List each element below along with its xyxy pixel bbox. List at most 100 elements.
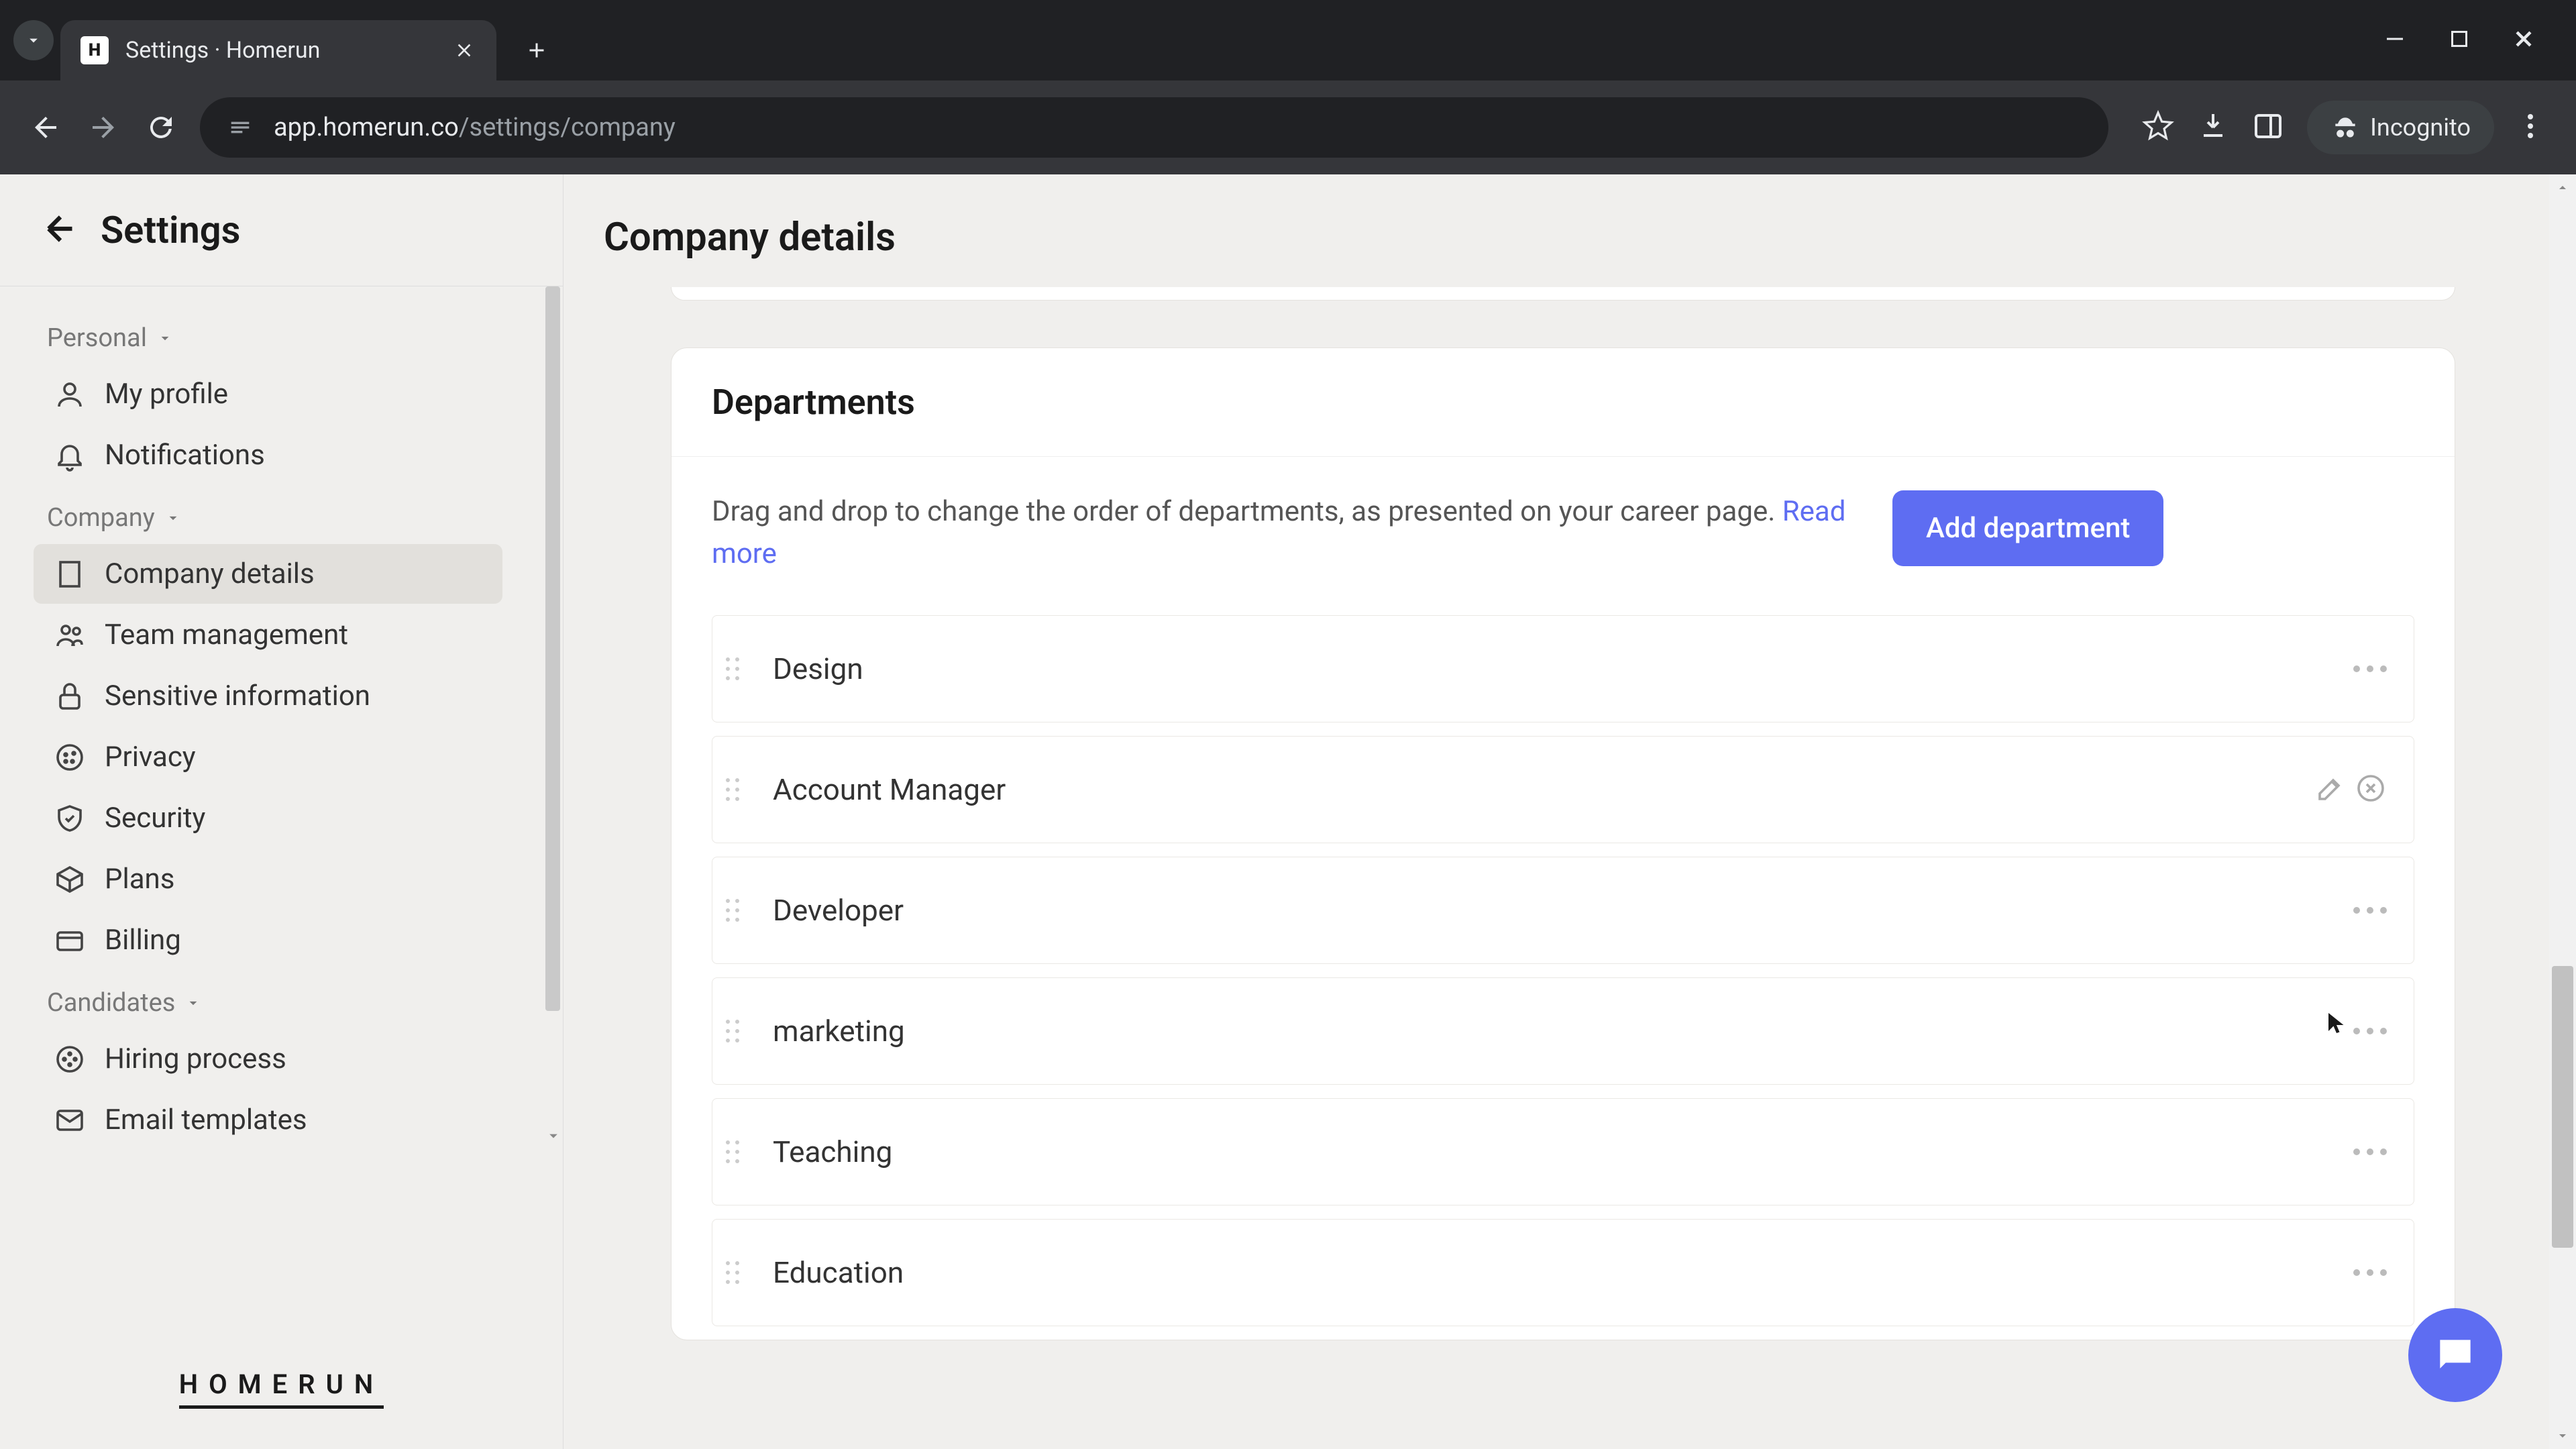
drag-handle-icon[interactable] [726, 657, 746, 680]
department-list: Design Account Manager Developer [672, 608, 2455, 1326]
sidebar-item-hiring-process[interactable]: Hiring process [34, 1029, 502, 1089]
drag-handle-icon[interactable] [726, 1261, 746, 1284]
row-more-button[interactable] [2353, 1269, 2387, 1276]
sidebar-item-company-details[interactable]: Company details [34, 544, 502, 604]
workflow-icon [54, 1043, 86, 1075]
sidebar-item-notifications[interactable]: Notifications [34, 425, 502, 485]
main-header: Company details [604, 174, 2576, 287]
chat-icon [2432, 1332, 2478, 1378]
browser-titlebar: H Settings · Homerun [0, 0, 2576, 80]
department-row[interactable]: Account Manager [712, 736, 2414, 843]
side-panel-button[interactable] [2252, 110, 2287, 145]
sidebar-footer: HOMERUN [0, 1342, 563, 1449]
delete-button[interactable] [2355, 772, 2387, 807]
sidebar-item-team-management[interactable]: Team management [34, 605, 502, 665]
window-minimize-button[interactable] [2383, 27, 2407, 54]
nav-label: Billing [105, 924, 181, 957]
sidebar-scrollbar[interactable] [543, 286, 563, 1151]
nav-back-button[interactable] [27, 109, 64, 146]
department-name: Account Manager [773, 772, 2314, 807]
page-scrollbar-thumb[interactable] [2552, 966, 2573, 1248]
sidebar-item-billing[interactable]: Billing [34, 910, 502, 970]
sidebar-item-email-templates[interactable]: Email templates [34, 1090, 502, 1150]
nav-label: Security [105, 802, 205, 835]
add-department-button[interactable]: Add department [1892, 490, 2163, 566]
sidebar-item-plans[interactable]: Plans [34, 849, 502, 909]
drag-handle-icon[interactable] [726, 899, 746, 922]
drag-handle-icon[interactable] [726, 1140, 746, 1163]
user-icon [54, 378, 86, 411]
site-info-icon[interactable] [227, 114, 254, 141]
intercom-chat-button[interactable] [2408, 1308, 2502, 1402]
nav-label: Plans [105, 863, 174, 896]
sidebar-scroll-down-icon[interactable] [544, 1126, 563, 1148]
drag-handle-icon[interactable] [726, 1020, 746, 1042]
department-name: Education [773, 1255, 2353, 1290]
group-company[interactable]: Company [47, 486, 536, 543]
nav-label: My profile [105, 378, 228, 411]
back-button[interactable] [40, 209, 80, 252]
department-row[interactable]: marketing [712, 977, 2414, 1085]
nav-label: Hiring process [105, 1042, 286, 1075]
department-name: Design [773, 651, 2353, 686]
department-name: marketing [773, 1014, 2353, 1049]
row-more-button[interactable] [2353, 665, 2387, 672]
row-more-button[interactable] [2353, 1028, 2387, 1034]
incognito-icon [2330, 113, 2360, 142]
scroll-up-icon[interactable] [2549, 174, 2576, 201]
users-icon [54, 619, 86, 651]
group-candidates[interactable]: Candidates [47, 971, 536, 1028]
browser-menu-button[interactable] [2514, 110, 2549, 145]
edit-button[interactable] [2314, 772, 2347, 807]
downloads-button[interactable] [2197, 110, 2232, 145]
cookie-icon [54, 741, 86, 773]
main-content: Company details Departments Drag and dro… [564, 174, 2576, 1449]
nav-reload-button[interactable] [142, 109, 180, 146]
sidebar-title: Settings [101, 208, 240, 252]
sidebar-item-privacy[interactable]: Privacy [34, 727, 502, 787]
sidebar-scrollbar-thumb[interactable] [545, 286, 560, 1011]
nav-label: Sensitive information [105, 680, 370, 712]
nav-forward-button[interactable] [85, 109, 122, 146]
card-title: Departments [712, 382, 2414, 423]
credit-card-icon [54, 924, 86, 957]
sidebar-item-sensitive-information[interactable]: Sensitive information [34, 666, 502, 726]
url-text: app.homerun.co/settings/company [274, 113, 676, 142]
browser-tab[interactable]: H Settings · Homerun [60, 20, 496, 80]
bookmark-button[interactable] [2142, 110, 2177, 145]
row-more-button[interactable] [2353, 907, 2387, 914]
tab-close-button[interactable] [452, 38, 476, 62]
app-viewport: Settings Personal My profile Notificatio… [0, 174, 2576, 1449]
department-row[interactable]: Teaching [712, 1098, 2414, 1205]
department-name: Developer [773, 893, 2353, 928]
homerun-logo[interactable]: HOMERUN [179, 1368, 384, 1409]
department-row[interactable]: Developer [712, 857, 2414, 964]
department-name: Teaching [773, 1134, 2353, 1169]
lock-icon [54, 680, 86, 712]
page-scrollbar[interactable] [2549, 174, 2576, 1449]
department-row[interactable]: Design [712, 615, 2414, 722]
bell-icon [54, 439, 86, 472]
window-close-button[interactable] [2512, 27, 2536, 54]
incognito-badge[interactable]: Incognito [2307, 101, 2494, 154]
scroll-down-icon[interactable] [2549, 1422, 2576, 1449]
sidebar-item-my-profile[interactable]: My profile [34, 364, 502, 424]
tabs-dropdown-button[interactable] [13, 20, 54, 60]
mail-icon [54, 1104, 86, 1136]
building-icon [54, 558, 86, 590]
package-icon [54, 863, 86, 896]
sidebar-item-security[interactable]: Security [34, 788, 502, 848]
url-input[interactable]: app.homerun.co/settings/company [200, 97, 2108, 158]
nav-label: Team management [105, 619, 348, 651]
sidebar-header: Settings [0, 174, 563, 286]
browser-address-bar: app.homerun.co/settings/company Incognit… [0, 80, 2576, 174]
new-tab-button[interactable] [517, 30, 557, 70]
nav-label: Company details [105, 557, 315, 590]
department-row[interactable]: Education [712, 1219, 2414, 1326]
page-title: Company details [604, 215, 2576, 260]
group-personal[interactable]: Personal [47, 307, 536, 363]
drag-handle-icon[interactable] [726, 778, 746, 801]
row-more-button[interactable] [2353, 1148, 2387, 1155]
tab-favicon: H [80, 36, 109, 64]
window-maximize-button[interactable] [2447, 27, 2471, 54]
